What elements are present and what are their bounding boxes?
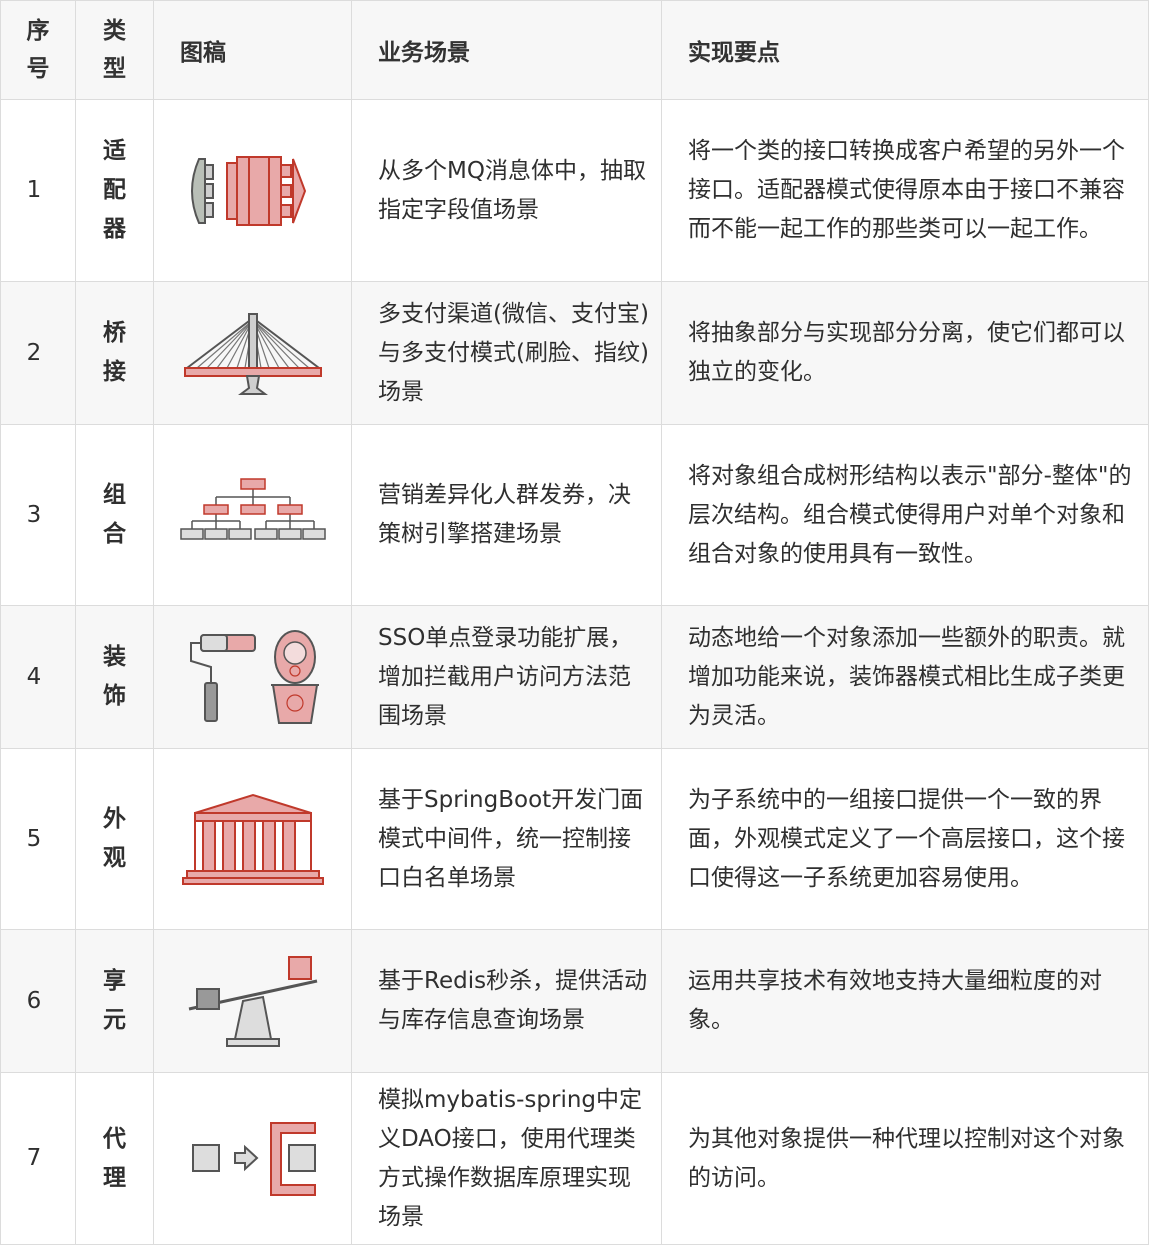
row-points: 为子系统中的一组接口提供一个一致的界面，外观模式定义了一个高层接口，这个接口使得… — [661, 748, 1149, 930]
row-no: 7 — [0, 1072, 76, 1245]
row-points: 将抽象部分与实现部分分离，使它们都可以独立的变化。 — [661, 281, 1149, 425]
table-row: 2 桥接 多支付渠道(微信、支付宝)与多支付模式(刷脸、指纹)场景 将抽象部分与… — [0, 281, 1149, 425]
row-scene: 基于Redis秒杀，提供活动与库存信息查询场景 — [351, 929, 662, 1073]
proxy-icon — [191, 1121, 316, 1196]
row-points: 将一个类的接口转换成客户希望的另外一个接口。适配器模式使得原本由于接口不兼容而不… — [661, 99, 1149, 282]
row-type: 装饰 — [75, 605, 154, 749]
header-icon: 图稿 — [153, 0, 352, 100]
row-type: 适配器 — [75, 99, 154, 282]
tree-icon — [179, 478, 326, 540]
table-row: 3 组合 营销差异化人群发券，决策树引擎搭建场景 将对象组合成树形结构以表示"部… — [0, 424, 1149, 606]
row-scene: 基于SpringBoot开发门面模式中间件，统一控制接口白名单场景 — [351, 748, 662, 930]
design-pattern-table: 序号 类型 图稿 业务场景 实现要点 1 适配器 从多个MQ消息体中，抽取指定字… — [0, 0, 1149, 1245]
row-points: 运用共享技术有效地支持大量细粒度的对象。 — [661, 929, 1149, 1073]
header-scene: 业务场景 — [351, 0, 662, 100]
paint-roller-doll-icon — [189, 630, 319, 724]
row-no: 2 — [0, 281, 76, 425]
row-scene: 模拟mybatis-spring中定义DAO接口，使用代理类方式操作数据库原理实… — [351, 1072, 662, 1245]
row-type: 组合 — [75, 424, 154, 606]
row-no: 1 — [0, 99, 76, 282]
row-no: 4 — [0, 605, 76, 749]
row-no: 6 — [0, 929, 76, 1073]
row-type: 外观 — [75, 748, 154, 930]
row-type: 享元 — [75, 929, 154, 1073]
row-scene: 营销差异化人群发券，决策树引擎搭建场景 — [351, 424, 662, 606]
row-scene: SSO单点登录功能扩展，增加拦截用户访问方法范围场景 — [351, 605, 662, 749]
row-points: 动态地给一个对象添加一些额外的职责。就增加功能来说，装饰器模式相比生成子类更为灵… — [661, 605, 1149, 749]
table-header-row: 序号 类型 图稿 业务场景 实现要点 — [0, 0, 1149, 100]
adapter-icon — [190, 155, 306, 226]
row-type: 桥接 — [75, 281, 154, 425]
building-facade-icon — [181, 793, 324, 885]
row-points: 为其他对象提供一种代理以控制对这个对象的访问。 — [661, 1072, 1149, 1245]
table-row: 4 装饰 SSO单点登录功能扩展，增加拦截用户访问方法范围场景 动态地给一个对象 — [0, 605, 1149, 749]
row-no: 3 — [0, 424, 76, 606]
header-points: 实现要点 — [661, 0, 1149, 100]
row-scene: 多支付渠道(微信、支付宝)与多支付模式(刷脸、指纹)场景 — [351, 281, 662, 425]
table-row: 7 代理 模拟mybatis-spring中定义DAO接口，使用代理类方式操作数… — [0, 1072, 1149, 1245]
table-row: 5 外观 基于SpringBoot开发门面模式中间件，统一控制接口白名单场景 为… — [0, 748, 1149, 930]
table-row: 1 适配器 从多个MQ消息体中，抽取指定字段值场景 将一个类的接口转换成客户希望… — [0, 99, 1149, 282]
row-points: 将对象组合成树形结构以表示"部分-整体"的层次结构。组合模式使得用户对单个对象和… — [661, 424, 1149, 606]
bridge-icon — [183, 313, 322, 395]
row-no: 5 — [0, 748, 76, 930]
table-row: 6 享元 基于Redis秒杀，提供活动与库存信息查询场景 运用共享技术有效地支持… — [0, 929, 1149, 1073]
header-type: 类型 — [75, 0, 154, 100]
header-no: 序号 — [0, 0, 76, 100]
row-scene: 从多个MQ消息体中，抽取指定字段值场景 — [351, 99, 662, 282]
seesaw-icon — [188, 956, 317, 1047]
row-type: 代理 — [75, 1072, 154, 1245]
